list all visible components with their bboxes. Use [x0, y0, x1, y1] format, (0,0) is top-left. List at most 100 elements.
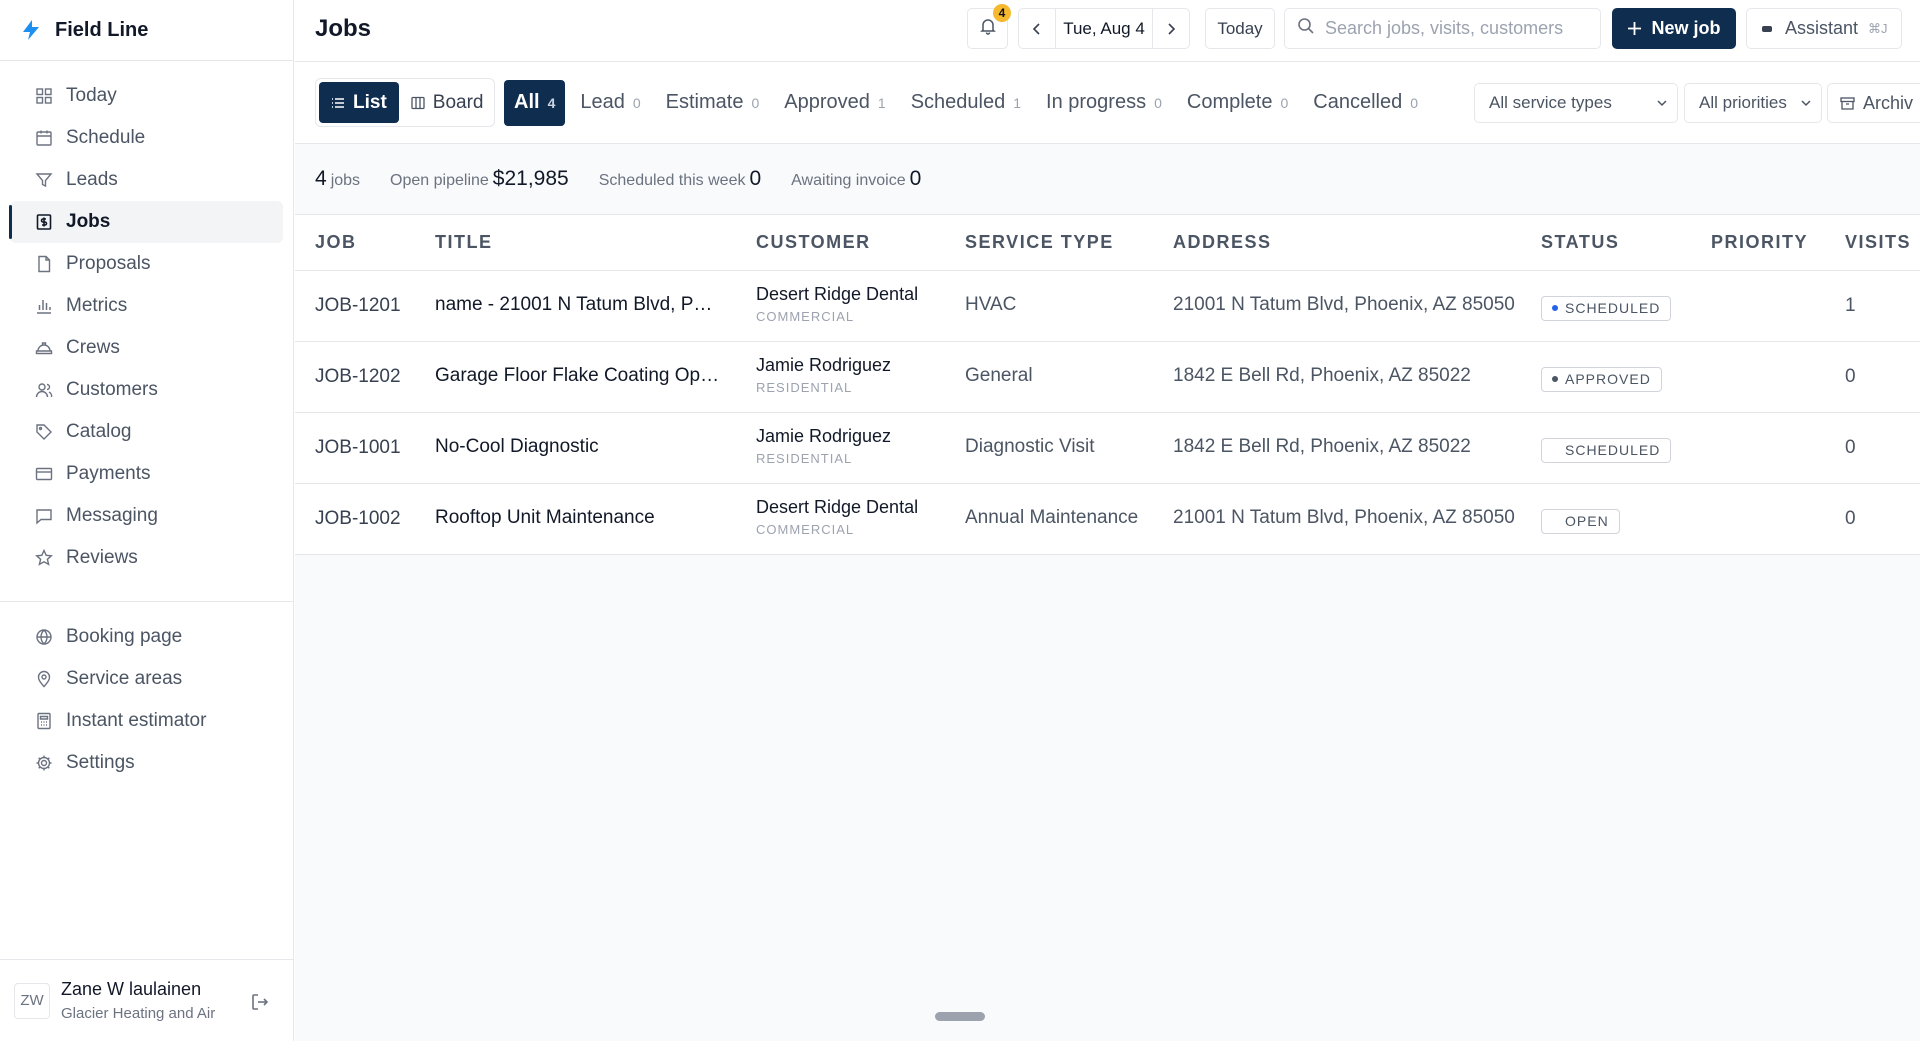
status-badge: SCHEDULED	[1541, 437, 1672, 463]
assistant-shortcut: ⌘J	[1868, 20, 1888, 36]
sidebar-item-schedule[interactable]: Schedule	[10, 117, 283, 159]
sidebar-item-messaging[interactable]: Messaging	[10, 495, 283, 537]
tab-all[interactable]: All 4	[504, 79, 566, 126]
sidebar-item-instant-estimator[interactable]: Instant estimator	[10, 700, 283, 742]
tab-count: 0	[1280, 94, 1289, 111]
new-job-button[interactable]: New job	[1612, 8, 1736, 49]
page-title: Jobs	[315, 15, 372, 42]
tab-complete[interactable]: Complete 0	[1177, 80, 1298, 126]
tab-estimate[interactable]: Estimate 0	[656, 80, 770, 126]
sidebar-item-label: Customers	[66, 379, 158, 400]
status-cell: APPROVED	[1541, 366, 1662, 392]
customer-cell[interactable]: Jamie Rodriguez RESIDENTIAL	[756, 426, 891, 466]
table-body: JOB-1201 name - 21001 N Tatum Blvd, Phoen…	[295, 271, 1920, 555]
job-id[interactable]: JOB-1002	[315, 508, 401, 530]
sidebar-item-label: Leads	[66, 169, 118, 190]
archive-button[interactable]: Archiv	[1827, 83, 1920, 123]
search-input[interactable]	[1325, 18, 1575, 39]
status-cell: SCHEDULED	[1541, 295, 1672, 321]
job-title[interactable]: No-Cool Diagnostic	[435, 436, 720, 458]
table-row[interactable]: JOB-1002 Rooftop Unit Maintenance Desert R…	[295, 484, 1920, 555]
table-row[interactable]: JOB-1001 No-Cool Diagnostic Jamie Rodrigue…	[295, 413, 1920, 484]
service-type-select[interactable]: All service types	[1474, 83, 1678, 123]
sidebar-item-jobs[interactable]: Jobs	[9, 201, 283, 243]
funnel-icon	[34, 170, 54, 190]
job-address: 1842 E Bell Rd, Phoenix, AZ 85022	[1173, 365, 1471, 386]
board-icon	[411, 96, 425, 110]
priority-select[interactable]: All priorities	[1684, 83, 1822, 123]
job-title[interactable]: name - 21001 N Tatum Blvd, Phoenix, AZ 8…	[435, 294, 720, 316]
status-tabs: All 4 Lead 0 Estimate 0 Approved 1 Scheduled 1 In …	[504, 78, 1433, 127]
sidebar-item-customers[interactable]: Customers	[10, 369, 283, 411]
column-header-visits[interactable]: VISITS	[1845, 232, 1911, 253]
search-box[interactable]	[1284, 8, 1601, 49]
previous-day-button[interactable]	[1019, 9, 1056, 48]
sidebar-item-reviews[interactable]: Reviews	[10, 537, 283, 579]
sparkle-icon	[1761, 24, 1773, 34]
current-date[interactable]: Tue, Aug 4	[1056, 19, 1152, 39]
bell-icon	[979, 17, 997, 40]
column-header-status[interactable]: STATUS	[1541, 232, 1619, 253]
sidebar-item-payments[interactable]: Payments	[10, 453, 283, 495]
sidebar-item-metrics[interactable]: Metrics	[10, 285, 283, 327]
notifications-button[interactable]: 4	[967, 4, 1011, 49]
customer-name: Jamie Rodriguez	[756, 426, 892, 446]
sidebar: Field Line Today Schedule Leads Jobs Proposa…	[0, 0, 294, 1041]
customer-type: COMMERCIAL	[756, 522, 855, 537]
chevron-left-icon	[1032, 22, 1040, 35]
sidebar-item-proposals[interactable]: Proposals	[10, 243, 283, 285]
tab-in-progress[interactable]: In progress 0	[1036, 80, 1172, 126]
customer-cell[interactable]: Desert Ridge Dental COMMERCIAL	[756, 497, 918, 537]
chat-icon	[34, 506, 54, 526]
job-title[interactable]: Rooftop Unit Maintenance	[435, 507, 720, 529]
column-header-priority[interactable]: PRIORITY	[1711, 232, 1808, 253]
assistant-button[interactable]: Assistant ⌘J	[1746, 8, 1902, 49]
logout-icon[interactable]	[249, 991, 271, 1013]
tab-label: Cancelled	[1313, 91, 1403, 113]
board-view-button[interactable]: Board	[399, 82, 496, 123]
sidebar-item-label: Reviews	[66, 547, 138, 568]
list-view-label: List	[353, 91, 387, 113]
column-header-service-type[interactable]: SERVICE TYPE	[965, 232, 1114, 253]
sidebar-item-catalog[interactable]: Catalog	[10, 411, 283, 453]
scroll-handle[interactable]	[935, 1012, 985, 1021]
plus-icon	[1627, 21, 1642, 36]
service-type-select-value: All service types	[1489, 93, 1612, 112]
service-type: General	[965, 365, 1033, 386]
tab-count: 0	[1154, 94, 1162, 111]
today-button[interactable]: Today	[1205, 8, 1275, 49]
sidebar-item-crews[interactable]: Crews	[10, 327, 283, 369]
job-title[interactable]: Garage Floor Flake Coating Options	[435, 365, 720, 387]
notification-count-badge: 4	[993, 4, 1011, 22]
sidebar-item-today[interactable]: Today	[10, 75, 283, 117]
sidebar-item-label: Crews	[66, 337, 120, 358]
list-view-button[interactable]: List	[319, 82, 399, 123]
sidebar-item-leads[interactable]: Leads	[10, 159, 283, 201]
tab-scheduled[interactable]: Scheduled 1	[901, 80, 1031, 126]
tab-lead[interactable]: Lead 0	[570, 80, 650, 126]
customer-cell[interactable]: Desert Ridge Dental COMMERCIAL	[756, 284, 918, 324]
brand-name: Field Line	[55, 18, 149, 41]
tab-approved[interactable]: Approved 1	[774, 80, 895, 126]
user-profile[interactable]: ZW Zane W laulainen Glacier Heating and …	[0, 959, 293, 1041]
open-pipeline-label: Open pipeline	[390, 172, 489, 189]
table-row[interactable]: JOB-1202 Garage Floor Flake Coating Optio…	[295, 342, 1920, 413]
column-header-customer[interactable]: CUSTOMER	[756, 232, 871, 253]
job-id[interactable]: JOB-1201	[315, 295, 401, 317]
customer-cell[interactable]: Jamie Rodriguez RESIDENTIAL	[756, 355, 891, 395]
status-label: SCHEDULED	[1565, 442, 1661, 458]
job-id[interactable]: JOB-1001	[315, 437, 401, 459]
tab-count: 0	[632, 94, 641, 111]
open-pipeline-value: $21,985	[492, 167, 569, 190]
sidebar-item-settings[interactable]: Settings	[10, 742, 283, 784]
sidebar-item-service-areas[interactable]: Service areas	[10, 658, 283, 700]
sidebar-item-booking-page[interactable]: Booking page	[10, 616, 283, 658]
column-header-address[interactable]: ADDRESS	[1173, 232, 1272, 253]
column-header-job[interactable]: JOB	[315, 232, 357, 253]
next-day-button[interactable]	[1152, 9, 1189, 48]
table-row[interactable]: JOB-1201 name - 21001 N Tatum Blvd, Phoen…	[295, 271, 1920, 342]
column-header-title[interactable]: TITLE	[435, 232, 493, 253]
tab-cancelled[interactable]: Cancelled 0	[1303, 80, 1428, 126]
brand[interactable]: Field Line	[0, 0, 293, 61]
job-id[interactable]: JOB-1202	[315, 366, 401, 388]
